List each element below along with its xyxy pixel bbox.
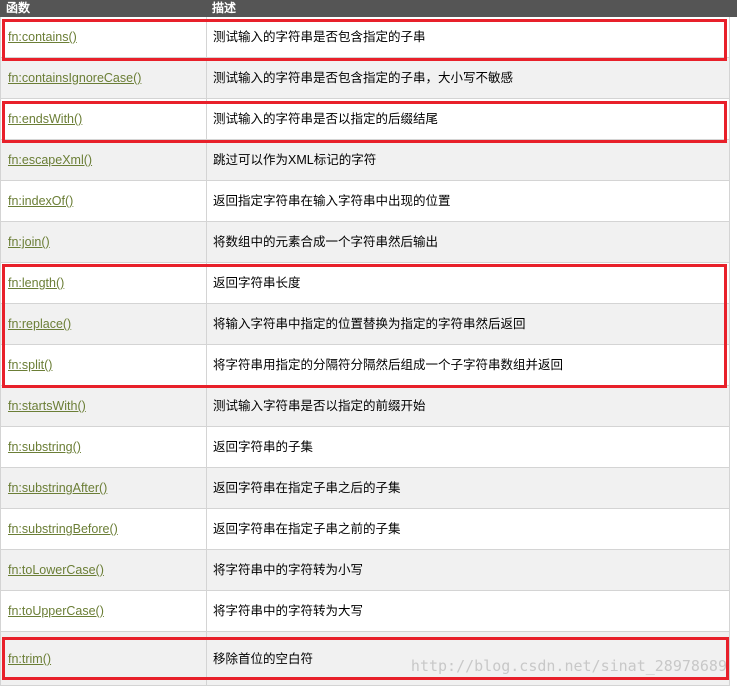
function-cell: fn:escapeXml() [1, 140, 207, 180]
function-cell: fn:startsWith() [1, 386, 207, 426]
table-header: 函数 描述 [0, 0, 737, 17]
function-cell: fn:contains() [1, 17, 207, 57]
table-row: fn:join() 将数组中的元素合成一个字符串然后输出 [1, 222, 729, 263]
function-link[interactable]: fn:escapeXml() [8, 153, 92, 167]
function-link[interactable]: fn:substringBefore() [8, 522, 118, 536]
function-link[interactable]: fn:indexOf() [8, 194, 73, 208]
function-link[interactable]: fn:endsWith() [8, 112, 82, 126]
description-text: 将字符串中的字符转为大写 [213, 604, 364, 618]
table-row: fn:toLowerCase() 将字符串中的字符转为小写 [1, 550, 729, 591]
header-function: 函数 [6, 1, 31, 15]
function-cell: fn:length() [1, 263, 207, 303]
description-text: 将数组中的元素合成一个字符串然后输出 [213, 235, 439, 249]
function-link[interactable]: fn:join() [8, 235, 50, 249]
function-cell: fn:toUpperCase() [1, 591, 207, 631]
description-text: 测试输入的字符串是否以指定的后缀结尾 [213, 112, 439, 126]
table-row: fn:escapeXml() 跳过可以作为XML标记的字符 [1, 140, 729, 181]
function-link[interactable]: fn:trim() [8, 652, 51, 666]
function-link[interactable]: fn:startsWith() [8, 399, 86, 413]
function-cell: fn:trim() [1, 632, 207, 686]
description-text: 移除首位的空白符 [213, 652, 314, 666]
watermark-text: http://blog.csdn.net/sinat_28978689 [410, 657, 727, 675]
table-row: fn:endsWith() 测试输入的字符串是否以指定的后缀结尾 [1, 99, 729, 140]
description-text: 跳过可以作为XML标记的字符 [213, 153, 377, 167]
function-cell: fn:substringBefore() [1, 509, 207, 549]
description-text: 将输入字符串中指定的位置替换为指定的字符串然后返回 [213, 317, 526, 331]
function-link[interactable]: fn:contains() [8, 30, 77, 44]
header-description: 描述 [212, 1, 237, 15]
description-text: 将字符串中的字符转为小写 [213, 563, 364, 577]
description-text: 返回字符串在指定子串之前的子集 [213, 522, 401, 536]
table-row: fn:indexOf() 返回指定字符串在输入字符串中出现的位置 [1, 181, 729, 222]
description-text: 返回指定字符串在输入字符串中出现的位置 [213, 194, 451, 208]
function-cell: fn:toLowerCase() [1, 550, 207, 590]
table-row: fn:contains() 测试输入的字符串是否包含指定的子串 [1, 17, 729, 58]
table-row: fn:replace() 将输入字符串中指定的位置替换为指定的字符串然后返回 [1, 304, 729, 345]
description-text: 返回字符串长度 [213, 276, 301, 290]
function-link[interactable]: fn:substring() [8, 440, 81, 454]
function-cell: fn:containsIgnoreCase() [1, 58, 207, 98]
function-link[interactable]: fn:split() [8, 358, 52, 372]
table-row: fn:split() 将字符串用指定的分隔符分隔然后组成一个子字符串数组并返回 [1, 345, 729, 386]
table-row: fn:containsIgnoreCase() 测试输入的字符串是否包含指定的子… [1, 58, 729, 99]
table-border-right [729, 17, 730, 686]
description-text: 返回字符串在指定子串之后的子集 [213, 481, 401, 495]
function-cell: fn:endsWith() [1, 99, 207, 139]
table-row: fn:substringAfter() 返回字符串在指定子串之后的子集 [1, 468, 729, 509]
function-cell: fn:indexOf() [1, 181, 207, 221]
function-link[interactable]: fn:toUpperCase() [8, 604, 104, 618]
function-link[interactable]: fn:containsIgnoreCase() [8, 71, 141, 85]
table-row: fn:substring() 返回字符串的子集 [1, 427, 729, 468]
table-row: fn:substringBefore() 返回字符串在指定子串之前的子集 [1, 509, 729, 550]
description-text: 测试输入的字符串是否包含指定的子串，大小写不敏感 [213, 71, 514, 85]
description-text: 测试输入的字符串是否包含指定的子串 [213, 30, 426, 44]
description-text: 将字符串用指定的分隔符分隔然后组成一个子字符串数组并返回 [213, 358, 564, 372]
table-row: fn:toUpperCase() 将字符串中的字符转为大写 [1, 591, 729, 632]
function-link[interactable]: fn:length() [8, 276, 64, 290]
table-row: fn:length() 返回字符串长度 [1, 263, 729, 304]
function-cell: fn:substringAfter() [1, 468, 207, 508]
description-text: 返回字符串的子集 [213, 440, 314, 454]
table-row: fn:startsWith() 测试输入字符串是否以指定的前缀开始 [1, 386, 729, 427]
description-text: 测试输入字符串是否以指定的前缀开始 [213, 399, 426, 413]
function-link[interactable]: fn:replace() [8, 317, 71, 331]
function-cell: fn:join() [1, 222, 207, 262]
function-cell: fn:substring() [1, 427, 207, 467]
function-link[interactable]: fn:toLowerCase() [8, 563, 104, 577]
function-cell: fn:split() [1, 345, 207, 385]
function-link[interactable]: fn:substringAfter() [8, 481, 107, 495]
function-cell: fn:replace() [1, 304, 207, 344]
